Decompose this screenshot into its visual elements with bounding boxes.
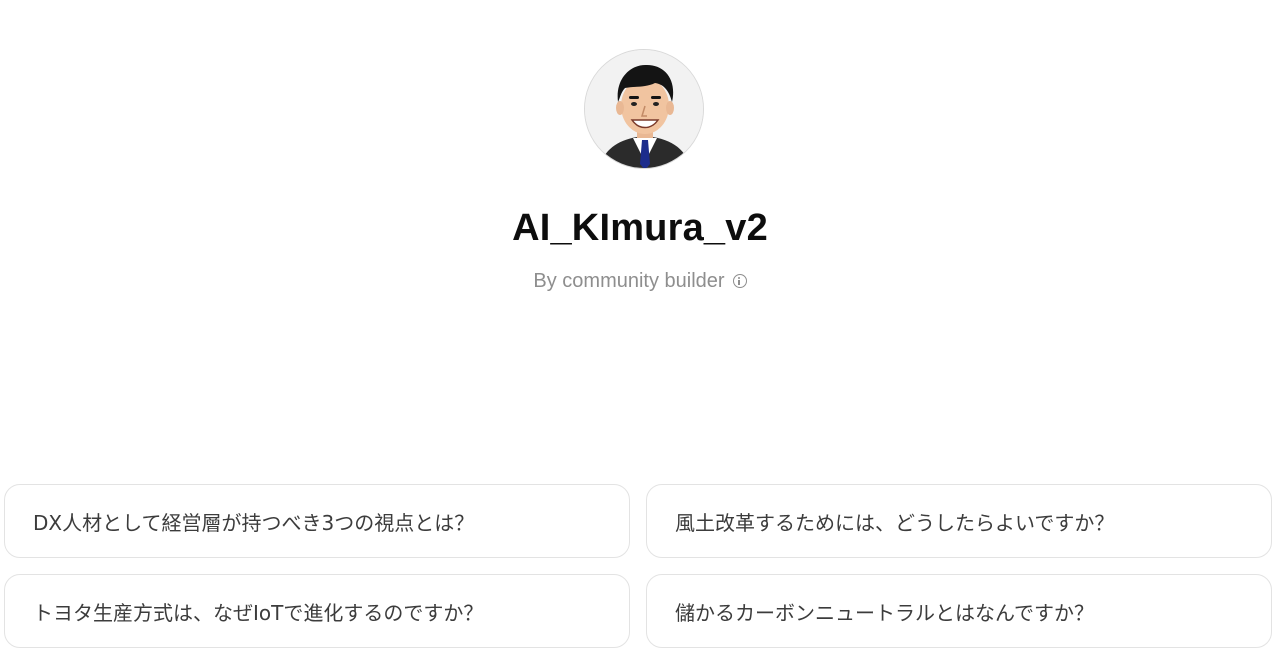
gpt-title: AI_KImura_v2 [512,207,768,249]
conversation-starter-button[interactable]: 儲かるカーボンニュートラルとはなんですか？ [646,574,1272,648]
conversation-starter-button[interactable]: 風土改革するためには、どうしたらよいですか？ [646,484,1272,558]
avatar [584,49,704,169]
conversation-starter-button[interactable]: トヨタ生産方式は、なぜIoTで進化するのですか？ [4,574,630,648]
author-byline: By community builder [0,270,1280,293]
info-icon[interactable] [732,274,747,288]
caricature-portrait-icon [585,50,703,168]
gpt-intro-page: AI_KImura_v2 By community builder DX人材とし… [0,0,1280,670]
starter-label: DX人材として経営層が持つべき3つの視点とは？ [33,510,475,535]
conversation-starter-button[interactable]: DX人材として経営層が持つべき3つの視点とは？ [4,484,630,558]
starter-label: 風土改革するためには、どうしたらよいですか？ [675,510,1115,535]
starter-label: トヨタ生産方式は、なぜIoTで進化するのですか？ [33,600,484,625]
byline-text: By community builder [533,270,725,292]
starter-label: 儲かるカーボンニュートラルとはなんですか？ [675,600,1094,625]
